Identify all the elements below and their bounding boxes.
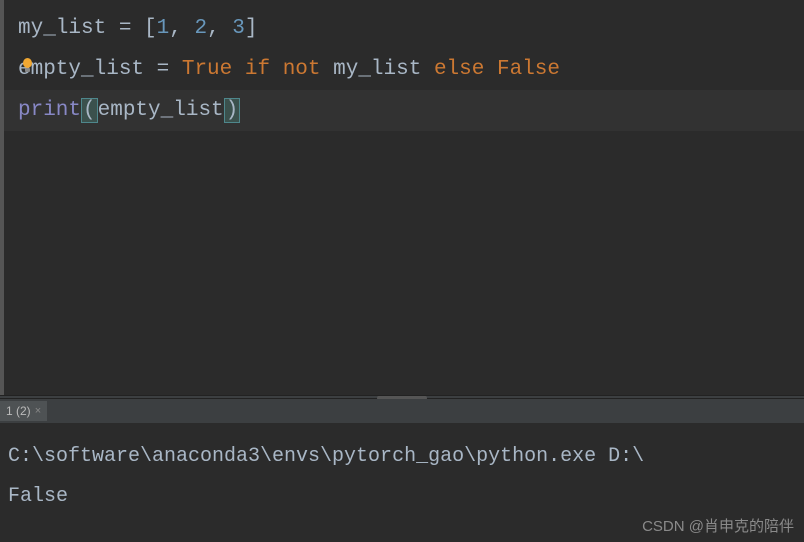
editor-pane[interactable]: my_list = [1, 2, 3] empty_list = True if… (0, 0, 804, 395)
keyword-else: else (434, 58, 484, 81)
variable: empty_list (18, 58, 144, 81)
code-line-3[interactable]: print(empty_list) (4, 90, 804, 131)
tab-label: 1 (2) (6, 404, 31, 418)
paren-open: ( (81, 98, 98, 123)
intention-bulb-icon[interactable] (22, 58, 32, 72)
output-line: False (8, 477, 796, 517)
builtin-print: print (18, 99, 81, 122)
code-line-1[interactable]: my_list = [1, 2, 3] (18, 8, 804, 49)
number-literal: 3 (232, 17, 245, 40)
code-line-2[interactable]: empty_list = True if not my_list else Fa… (18, 49, 804, 90)
keyword-not: not (283, 58, 321, 81)
number-literal: 2 (194, 17, 207, 40)
variable: empty_list (98, 99, 224, 122)
console-tab[interactable]: 1 (2) × (0, 401, 47, 421)
variable: my_list (333, 58, 421, 81)
number-literal: 1 (157, 17, 170, 40)
console-tab-bar: 1 (2) × (0, 399, 804, 423)
keyword-false: False (497, 58, 560, 81)
keyword-if: if (245, 58, 270, 81)
close-icon[interactable]: × (35, 405, 41, 417)
paren-close: ) (224, 98, 241, 123)
variable: my_list (18, 17, 106, 40)
code-area[interactable]: my_list = [1, 2, 3] empty_list = True if… (4, 0, 804, 131)
output-line: C:\software\anaconda3\envs\pytorch_gao\p… (8, 437, 796, 477)
watermark: CSDN @肖申克的陪伴 (642, 515, 794, 536)
keyword-true: True (182, 58, 232, 81)
